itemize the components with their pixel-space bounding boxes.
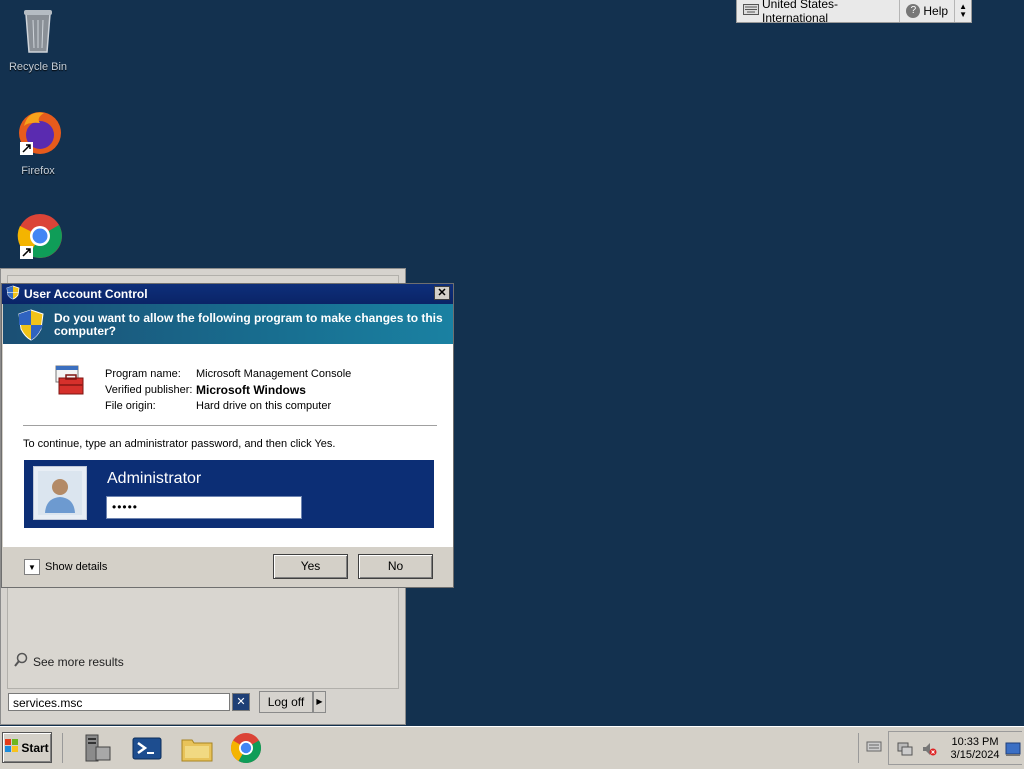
chrome-icon: [230, 733, 262, 764]
shield-icon: [6, 285, 20, 303]
server-manager-icon: [85, 734, 111, 762]
powershell-icon: [132, 737, 162, 760]
recycle-bin-icon: [24, 10, 52, 53]
language-bar: United States-International ? Help ▲ ▼: [736, 0, 972, 25]
taskbar-server-manager[interactable]: [80, 731, 114, 765]
show-desktop-button[interactable]: [1005, 741, 1021, 760]
chevron-right-icon: ▶: [316, 697, 323, 706]
firefox-icon: [19, 112, 61, 155]
publisher-label: Verified publisher:: [105, 384, 193, 396]
no-button[interactable]: No: [358, 554, 433, 579]
uac-shield-icon: [17, 309, 45, 344]
credential-panel[interactable]: Administrator •••••: [24, 460, 434, 528]
keyboard-tray-icon[interactable]: [866, 738, 882, 757]
toolbox-icon: [53, 364, 87, 401]
close-button[interactable]: ✕: [434, 286, 450, 300]
uac-footer: ▼ Show details Yes No: [3, 547, 453, 587]
desktop-icon-chrome[interactable]: [6, 212, 70, 263]
volume-muted-icon[interactable]: [921, 741, 937, 760]
clock-date: 3/15/2024: [950, 749, 1000, 761]
desktop-icon-firefox[interactable]: Firefox: [6, 108, 70, 177]
avatar: [33, 466, 87, 520]
uac-body: Program name: Microsoft Management Consol…: [3, 344, 453, 547]
taskbar-divider: [62, 733, 63, 763]
taskbar-chrome[interactable]: [229, 731, 263, 765]
publisher-value: Microsoft Windows: [196, 383, 306, 397]
taskbar-divider: [858, 733, 859, 763]
uac-dialog: User Account Control ✕ Do you want to al…: [1, 283, 454, 588]
close-icon: ✕: [437, 287, 447, 299]
taskbar: Start 10:33 PM 3/15/2024: [0, 726, 1024, 769]
user-icon: [38, 471, 82, 515]
program-info: Program name: Microsoft Management Consol…: [105, 366, 351, 414]
uac-title: User Account Control: [24, 287, 148, 301]
network-icon[interactable]: [897, 741, 913, 760]
search-clear-button[interactable]: ✕: [232, 693, 250, 711]
langbar-options-icon: ▲ ▼: [959, 2, 967, 19]
desktop-icon-label: Firefox: [21, 165, 55, 177]
desktop-icon-label: Recycle Bin: [8, 61, 68, 73]
close-icon: ✕: [236, 696, 246, 708]
magnifier-icon: [13, 652, 29, 671]
desktop-icon-recycle-bin[interactable]: Recycle Bin: [6, 6, 70, 73]
clock[interactable]: 10:33 PM 3/15/2024: [947, 736, 1003, 762]
chevron-down-icon: ▼: [24, 559, 40, 575]
divider: [23, 425, 437, 426]
yes-button[interactable]: Yes: [273, 554, 348, 579]
language-selector[interactable]: United States-International: [737, 0, 901, 25]
help-icon: ?: [906, 4, 921, 18]
show-details-toggle[interactable]: ▼ Show details: [24, 559, 107, 575]
help-button[interactable]: ? Help: [900, 0, 956, 22]
see-more-results-label: See more results: [33, 654, 124, 669]
windows-logo-icon: [5, 739, 19, 756]
start-search-input[interactable]: services.msc: [8, 693, 230, 711]
taskbar-file-explorer[interactable]: [180, 731, 214, 765]
uac-question: Do you want to allow the following progr…: [54, 311, 443, 338]
taskbar-powershell[interactable]: [130, 731, 164, 765]
start-button[interactable]: Start: [2, 732, 52, 763]
keyboard-icon: [743, 4, 759, 18]
username-label: Administrator: [107, 470, 202, 487]
start-label: Start: [21, 740, 49, 755]
instruction-text: To continue, type an administrator passw…: [23, 438, 336, 450]
see-more-results-link[interactable]: See more results: [13, 652, 124, 671]
language-label: United States-International: [762, 0, 839, 25]
clock-time: 10:33 PM: [951, 736, 999, 748]
file-origin-label: File origin:: [105, 400, 156, 412]
chrome-icon: [17, 214, 62, 259]
show-details-label: Show details: [45, 561, 108, 573]
log-off-button[interactable]: Log off: [259, 691, 313, 713]
program-name-label: Program name:: [105, 368, 181, 380]
password-field[interactable]: •••••: [106, 496, 302, 519]
shutdown-options-button[interactable]: ▶: [313, 691, 326, 713]
uac-banner: Do you want to allow the following progr…: [3, 304, 453, 344]
langbar-options-button[interactable]: ▲ ▼: [955, 0, 971, 22]
notification-area: 10:33 PM 3/15/2024: [888, 731, 1022, 765]
uac-title-bar: User Account Control ✕: [2, 284, 453, 304]
program-name-value: Microsoft Management Console: [196, 368, 352, 380]
folder-icon: [181, 739, 213, 762]
help-label: Help: [923, 4, 949, 18]
file-origin-value: Hard drive on this computer: [196, 400, 332, 412]
